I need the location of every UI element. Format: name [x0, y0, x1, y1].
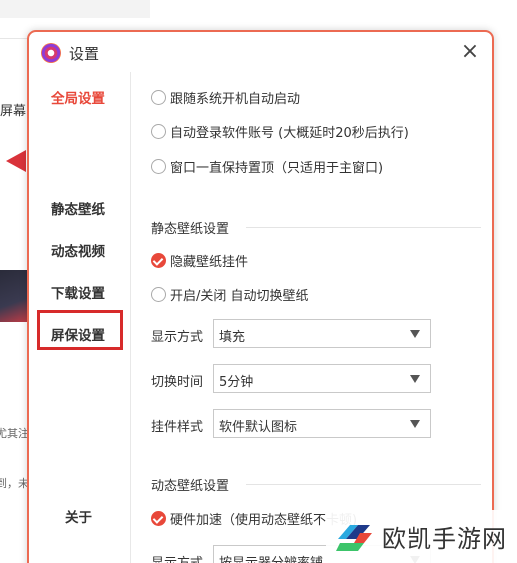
watermark: 欧凯手游网: [326, 510, 517, 563]
caret-down-icon: [410, 330, 420, 338]
caret-down-icon: [410, 420, 420, 428]
dynamic-display-mode-label: 显示方式: [151, 552, 203, 563]
background-divider: [0, 38, 30, 39]
checked-radio-icon[interactable]: [151, 253, 166, 268]
option-label: 跟随系统开机自动启动: [170, 92, 301, 107]
select-value: 按显示器分辨率铺: [219, 552, 323, 563]
background-text: 尤其注: [0, 427, 29, 440]
close-button[interactable]: ×: [460, 41, 480, 63]
watermark-text: 欧凯手游网: [382, 525, 507, 553]
switch-interval-label: 切换时间: [151, 375, 204, 390]
radio-icon[interactable]: [151, 90, 166, 105]
watermark-logo-icon: [336, 524, 372, 551]
radio-icon[interactable]: [151, 124, 166, 139]
hide-widget-option[interactable]: 隐藏壁纸挂件: [151, 251, 248, 270]
dynamic-wallpaper-section-title: 动态壁纸设置: [151, 479, 230, 494]
select-value: 填充: [219, 330, 246, 345]
select-value: 软件默认图标: [219, 420, 298, 435]
option-label: 开启/关闭 自动切换壁纸: [170, 289, 309, 304]
option-label: 隐藏壁纸挂件: [170, 255, 249, 270]
highlight-box: [37, 310, 123, 350]
radio-icon[interactable]: [151, 287, 166, 302]
dialog-title: 设置: [69, 45, 100, 63]
title-bar: 设置 ×: [29, 32, 492, 72]
section-divider: [246, 227, 481, 228]
auto-switch-option[interactable]: 开启/关闭 自动切换壁纸: [151, 285, 309, 304]
switch-interval-select[interactable]: 5分钟: [213, 364, 431, 393]
static-wallpaper-section-title: 静态壁纸设置: [151, 222, 230, 237]
auto-start-option[interactable]: 跟随系统开机自动启动: [151, 88, 300, 107]
background-image: [0, 270, 30, 322]
nav-item-static-wallpaper[interactable]: 静态壁纸: [51, 198, 105, 218]
nav-item-dynamic-video[interactable]: 动态视频: [51, 240, 105, 260]
display-mode-select[interactable]: 填充: [213, 319, 431, 348]
option-label: 窗口一直保持置顶（只适用于主窗口): [170, 161, 384, 176]
radio-icon[interactable]: [151, 159, 166, 174]
background-text: 到，未: [0, 477, 29, 490]
widget-style-label: 挂件样式: [151, 420, 204, 435]
section-divider: [246, 484, 481, 485]
background-arrow-icon: [6, 150, 26, 172]
background-toolbar: [0, 0, 150, 18]
nav-item-global-settings[interactable]: 全局设置: [51, 87, 105, 107]
always-on-top-option[interactable]: 窗口一直保持置顶（只适用于主窗口): [151, 157, 383, 176]
display-mode-label: 显示方式: [151, 330, 204, 345]
settings-dialog: 设置 × 全局设置 静态壁纸 动态视频 下载设置 屏保设置 关于 跟随系统开机自…: [27, 30, 494, 563]
widget-style-select[interactable]: 软件默认图标: [213, 409, 431, 438]
settings-content: 跟随系统开机自动启动 自动登录软件账号 (大概延时20秒后执行) 窗口一直保持置…: [131, 72, 492, 563]
nav-item-about[interactable]: 关于: [65, 506, 92, 526]
select-value: 5分钟: [219, 375, 254, 390]
nav-item-download-settings[interactable]: 下载设置: [51, 282, 105, 302]
auto-login-option[interactable]: 自动登录软件账号 (大概延时20秒后执行): [151, 122, 409, 141]
checked-radio-icon[interactable]: [151, 511, 166, 526]
option-label: 自动登录软件账号 (大概延时20秒后执行): [170, 126, 409, 141]
app-logo-icon: [41, 43, 61, 63]
caret-down-icon: [410, 375, 420, 383]
background-text: 屏幕: [0, 104, 27, 119]
